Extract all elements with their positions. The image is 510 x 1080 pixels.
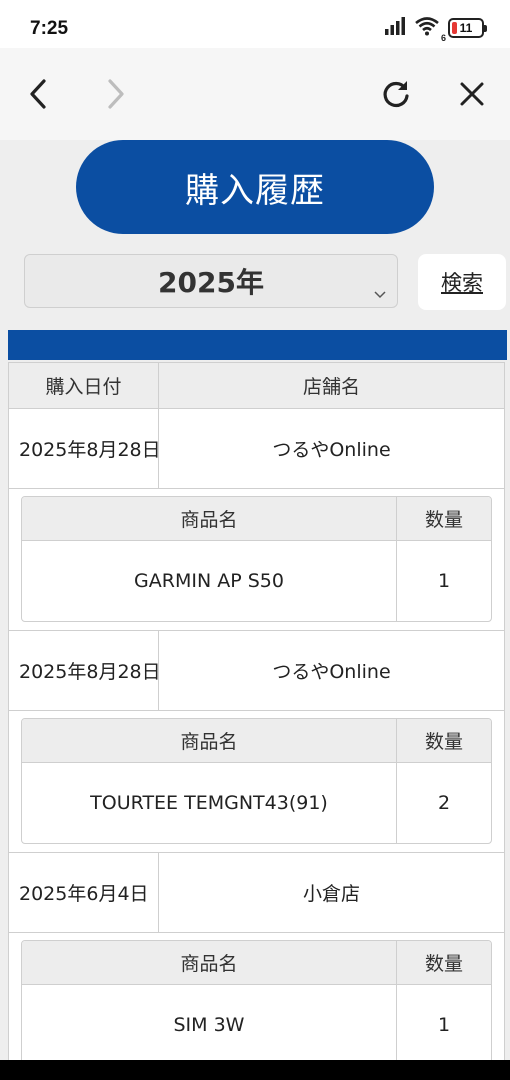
signal-icon xyxy=(384,17,408,39)
header-band xyxy=(8,330,507,360)
item-name: GARMIN AP S50 xyxy=(22,541,397,621)
col-header-item-name: 商品名 xyxy=(22,719,397,762)
col-header-store: 店舗名 xyxy=(302,376,360,398)
table-header-row: 購入日付 店舗名 xyxy=(9,363,504,409)
item-name: SIM 3W xyxy=(22,985,397,1060)
col-header-date: 購入日付 xyxy=(9,363,159,408)
order-items: 商品名 数量 GARMIN AP S50 1 xyxy=(9,489,504,631)
network-type-label: 6 xyxy=(440,33,446,43)
status-time: 7:25 xyxy=(30,18,69,39)
close-icon xyxy=(460,82,484,106)
items-table: 商品名 数量 TOURTEE TEMGNT43(91) 2 xyxy=(21,718,492,844)
page-content: 購入履歴 2025年 検索 購入日付 店舗名 2025年8月28日 つるやOnl… xyxy=(0,140,510,1060)
item-quantity: 1 xyxy=(437,570,451,592)
items-header-row: 商品名 数量 xyxy=(22,719,491,763)
item-quantity: 2 xyxy=(437,792,451,814)
items-header-row: 商品名 数量 xyxy=(22,941,491,985)
col-header-quantity: 数量 xyxy=(424,509,463,531)
order-store: 小倉店 xyxy=(302,883,360,905)
page-title: 購入履歴 xyxy=(76,140,434,234)
chevron-down-icon xyxy=(373,273,387,306)
item-row: TOURTEE TEMGNT43(91) 2 xyxy=(22,763,491,843)
order-store: つるやOnline xyxy=(272,439,391,461)
year-select-value: 2025年 xyxy=(158,266,264,299)
items-table: 商品名 数量 GARMIN AP S50 1 xyxy=(21,496,492,622)
order-date: 2025年6月4日 xyxy=(9,853,159,932)
year-select[interactable]: 2025年 xyxy=(24,254,398,308)
search-button[interactable]: 検索 xyxy=(418,254,506,310)
order-items: 商品名 数量 TOURTEE TEMGNT43(91) 2 xyxy=(9,711,504,853)
item-quantity: 1 xyxy=(437,1014,451,1036)
order-row: 2025年8月28日 つるやOnline xyxy=(9,631,504,711)
order-date: 2025年8月28日 xyxy=(9,631,159,710)
chevron-right-icon xyxy=(108,79,124,109)
wifi-icon: 6 xyxy=(414,15,446,43)
col-header-quantity: 数量 xyxy=(424,953,463,975)
status-icons: 6 11 xyxy=(384,15,487,43)
col-header-quantity: 数量 xyxy=(424,731,463,753)
item-name: TOURTEE TEMGNT43(91) xyxy=(22,763,397,843)
order-row: 2025年6月4日 小倉店 xyxy=(9,853,504,933)
items-header-row: 商品名 数量 xyxy=(22,497,491,541)
battery-icon: 11 xyxy=(448,18,487,38)
item-row: SIM 3W 1 xyxy=(22,985,491,1060)
col-header-item-name: 商品名 xyxy=(22,941,397,984)
forward-button[interactable] xyxy=(98,76,134,112)
col-header-item-name: 商品名 xyxy=(22,497,397,540)
browser-nav-bar xyxy=(0,48,510,140)
close-button[interactable] xyxy=(454,76,490,112)
back-button[interactable] xyxy=(20,76,56,112)
system-nav-bar xyxy=(0,1060,510,1080)
battery-level: 11 xyxy=(459,21,473,35)
items-table: 商品名 数量 SIM 3W 1 xyxy=(21,940,492,1060)
reload-button[interactable] xyxy=(378,76,414,112)
order-items: 商品名 数量 SIM 3W 1 xyxy=(9,933,504,1060)
order-date: 2025年8月28日 xyxy=(9,409,159,488)
order-row: 2025年8月28日 つるやOnline xyxy=(9,409,504,489)
order-store: つるやOnline xyxy=(272,661,391,683)
status-bar: 7:25 6 11 xyxy=(0,0,510,48)
reload-icon xyxy=(383,81,409,108)
purchase-history-table: 購入日付 店舗名 2025年8月28日 つるやOnline 商品名 数量 GAR… xyxy=(8,362,505,1060)
item-row: GARMIN AP S50 1 xyxy=(22,541,491,621)
chevron-left-icon xyxy=(30,79,46,109)
